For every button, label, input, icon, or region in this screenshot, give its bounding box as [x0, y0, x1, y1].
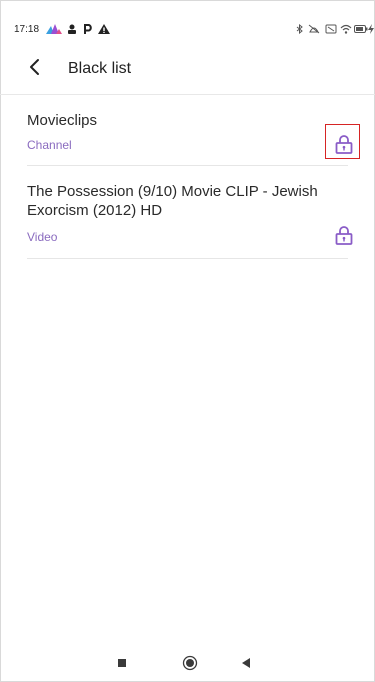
battery-icon [354, 25, 368, 33]
charging-icon [368, 24, 374, 34]
chevron-left-icon[interactable] [26, 58, 44, 76]
status-bar: 17:18 [0, 0, 375, 40]
item-title: Movieclips [27, 112, 98, 129]
list-item: Movieclips Channel [27, 95, 360, 166]
bluetooth-icon [296, 24, 303, 34]
back-triangle-icon[interactable] [238, 655, 254, 671]
wifi-icon [340, 24, 352, 34]
item-type: Video [27, 230, 58, 244]
status-time: 17:18 [14, 24, 40, 35]
navigation-bar [0, 645, 375, 681]
blacklist: Movieclips Channel The Possession (9/10)… [0, 95, 375, 259]
home-circle-icon[interactable] [182, 655, 198, 671]
sim-icon [325, 24, 337, 34]
item-type: Channel [27, 138, 72, 152]
app-header: Black list [0, 40, 375, 95]
p-icon [84, 24, 92, 34]
lock-icon[interactable] [333, 224, 355, 246]
list-item: The Possession (9/10) Movie CLIP - Jewis… [27, 166, 353, 259]
person-icon [68, 24, 76, 34]
item-title: The Possession (9/10) Movie CLIP - Jewis… [27, 183, 318, 219]
app-icon [46, 24, 62, 34]
warning-icon [98, 24, 110, 34]
highlight-box [325, 124, 360, 159]
recents-square-icon[interactable] [114, 655, 130, 671]
page-title: Black list [68, 60, 132, 77]
mute-icon [308, 24, 320, 34]
